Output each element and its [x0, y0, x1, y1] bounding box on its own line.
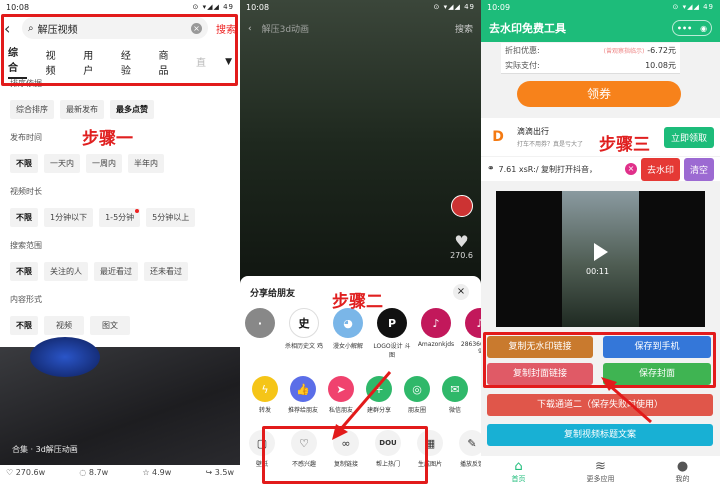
- form-option[interactable]: 图文: [90, 316, 130, 335]
- sort-options: 综合排序 最新发布 最多点赞: [10, 100, 154, 119]
- star-count: 4.9w: [152, 468, 172, 477]
- section-title: 发布时间: [10, 133, 42, 142]
- share-action[interactable]: ↪ 3.5w: [205, 468, 234, 477]
- arrow-annotation: [601, 377, 652, 424]
- form-option[interactable]: 视频: [44, 316, 84, 335]
- search-filter-panel: 10:08 ⊙ ▾◢◢ 49 ‹ ⌕ 解压视频 × 搜索 综合 视频 用户 经验…: [0, 0, 240, 490]
- clear-icon[interactable]: ×: [191, 22, 202, 34]
- time-option[interactable]: 半年内: [128, 154, 164, 173]
- new-dot: [135, 209, 140, 213]
- scope-option-selected[interactable]: 不限: [10, 262, 38, 281]
- star-action[interactable]: ☆ 4.9w: [142, 468, 171, 477]
- sort-option-selected[interactable]: 最多点赞: [110, 100, 154, 119]
- video-title: 合集 · 3d解压动画: [12, 445, 78, 454]
- bottom-nav: ⌂ 首页 ≋ 更多应用 ● 我的: [481, 456, 720, 490]
- search-input[interactable]: ⌕ 解压视频 ×: [22, 17, 208, 39]
- duration-option[interactable]: 1-5分钟: [99, 208, 141, 227]
- time-option-selected[interactable]: 不限: [10, 154, 38, 173]
- search-tabs: 综合 视频 用户 经验 商品 直 ▼: [8, 44, 232, 79]
- duration-options: 不限 1分钟以下 1-5分钟 5分钟以上: [10, 208, 196, 227]
- duration-option-selected[interactable]: 不限: [10, 208, 38, 227]
- step-label: 步骤一: [82, 129, 133, 149]
- video-frame: [30, 337, 100, 377]
- search-icon: ⌕: [28, 22, 34, 34]
- nav-mine[interactable]: ● 我的: [676, 456, 690, 490]
- comment-count: 8.7w: [88, 468, 109, 477]
- tab-live[interactable]: 直: [196, 54, 206, 69]
- filter-icon[interactable]: ▼: [225, 57, 232, 67]
- section-title: 视频时长: [10, 187, 42, 196]
- search-button[interactable]: 搜索: [216, 21, 236, 36]
- status-icons: ⊙ ▾◢◢ 49: [192, 3, 234, 11]
- watermark-tool-panel: 10:09 ⊙ ▾◢◢ 49 去水印免费工具 ••• ◉ 折扣优惠: (曾观察指临…: [481, 0, 720, 490]
- layers-icon: ≋: [595, 459, 606, 474]
- heart-icon: ♡: [6, 468, 16, 477]
- nav-label: 我的: [675, 475, 690, 483]
- tab-goods[interactable]: 商品: [158, 47, 177, 77]
- time-option[interactable]: 一天内: [44, 154, 80, 173]
- comment-icon: ◌: [79, 468, 89, 477]
- like-action[interactable]: ♡ 270.6w: [6, 468, 45, 477]
- user-icon: ●: [676, 459, 689, 474]
- share-count: 3.5w: [214, 468, 234, 477]
- nav-label: 更多应用: [586, 475, 615, 483]
- status-bar: 10:08 ⊙ ▾◢◢ 49: [0, 0, 240, 14]
- video-actions: ♡ 270.6w ◌ 8.7w ☆ 4.9w ↪ 3.5w: [6, 468, 234, 477]
- form-option-selected[interactable]: 不限: [10, 316, 38, 335]
- form-options: 不限 视频 图文: [10, 316, 130, 335]
- scope-option[interactable]: 最近看过: [94, 262, 138, 281]
- search-bar: ‹ ⌕ 解压视频 × 搜索: [4, 15, 236, 41]
- nav-label: 首页: [511, 475, 526, 483]
- comment-action[interactable]: ◌ 8.7w: [79, 468, 108, 477]
- time-options: 不限 一天内 一周内 半年内: [10, 154, 164, 173]
- tab-experience[interactable]: 经验: [121, 47, 140, 77]
- nav-more-apps[interactable]: ≋ 更多应用: [587, 456, 615, 490]
- sort-option[interactable]: 最新发布: [60, 100, 104, 119]
- time-option[interactable]: 一周内: [86, 154, 122, 173]
- section-title: 搜索范围: [10, 241, 42, 250]
- video-thumbnail[interactable]: 合集 · 3d解压动画: [0, 337, 240, 465]
- duration-option-label: 1-5分钟: [105, 213, 135, 222]
- nav-home[interactable]: ⌂ 首页: [512, 456, 526, 490]
- star-icon: ☆: [142, 468, 153, 477]
- tab-user[interactable]: 用户: [83, 47, 102, 77]
- sort-option[interactable]: 综合排序: [10, 100, 54, 119]
- home-icon: ⌂: [514, 459, 523, 474]
- duration-option[interactable]: 1分钟以下: [44, 208, 94, 227]
- tab-video[interactable]: 视频: [46, 47, 65, 77]
- status-time: 10:08: [6, 2, 30, 12]
- scope-option[interactable]: 关注的人: [44, 262, 88, 281]
- tab-all[interactable]: 综合: [8, 44, 27, 79]
- section-title: 排序依据: [10, 79, 42, 88]
- arrow-annotation: [332, 371, 392, 440]
- search-query: 解压视频: [37, 24, 78, 36]
- duration-option[interactable]: 5分钟以上: [146, 208, 196, 227]
- share-panel: 10:08 ⊙ ▾◢◢ 49 ‹ 解压3d动画 搜索 ♥ 270.6 分享给朋友 …: [240, 0, 481, 490]
- scope-option[interactable]: 还未看过: [144, 262, 188, 281]
- like-count: 270.6w: [15, 468, 46, 477]
- back-arrow-icon[interactable]: ‹: [4, 19, 22, 38]
- scope-options: 不限 关注的人 最近看过 还未看过: [10, 262, 188, 281]
- share-icon: ↪: [205, 468, 215, 477]
- section-title: 内容形式: [10, 295, 42, 304]
